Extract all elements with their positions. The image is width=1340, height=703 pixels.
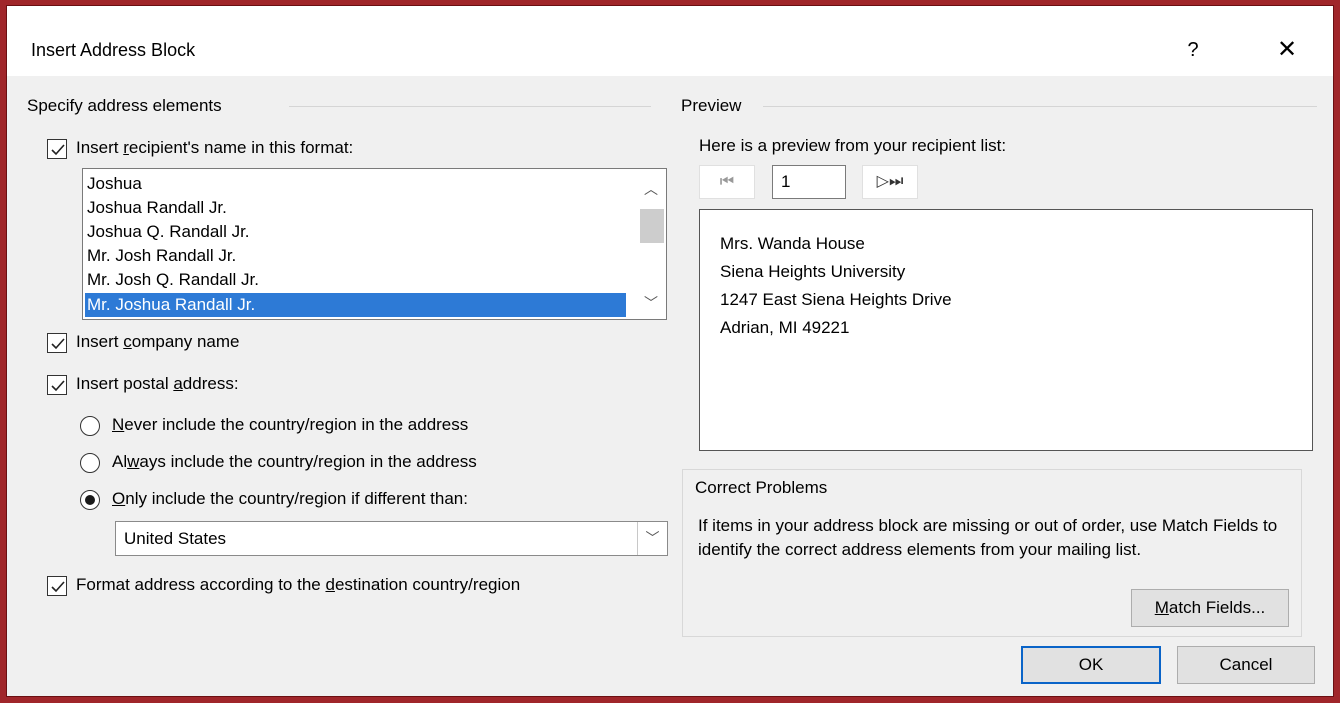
close-button[interactable]: ✕: [1267, 32, 1307, 68]
window-frame: Insert Address Block ? ✕ Specify address…: [0, 0, 1340, 703]
chevron-up-icon[interactable]: ︿: [636, 179, 666, 199]
radio-always-include[interactable]: [80, 453, 100, 473]
list-item[interactable]: Mr. Josh Q. Randall Jr.: [87, 268, 259, 292]
country-value: United States: [124, 529, 227, 548]
preview-line: Mrs. Wanda House: [720, 234, 865, 253]
match-fields-button[interactable]: Match Fields...: [1131, 589, 1289, 627]
preview-subtitle: Here is a preview from your recipient li…: [699, 136, 1007, 155]
format-destination-label[interactable]: Format address according to the destinat…: [76, 575, 520, 595]
listbox-scrollbar[interactable]: ︿ ﹀: [636, 169, 666, 319]
checkmark-icon: [51, 338, 65, 350]
radio-always-label[interactable]: Always include the country/region in the…: [112, 452, 477, 472]
checkmark-icon: [51, 144, 65, 156]
radio-never-include[interactable]: [80, 416, 100, 436]
group-divider: [289, 106, 651, 107]
company-name-label[interactable]: Insert company name: [76, 332, 239, 352]
format-destination-checkbox[interactable]: [47, 576, 67, 596]
preview-group-title: Preview: [681, 96, 742, 115]
list-item[interactable]: Mr. Josh Randall Jr.: [87, 244, 236, 268]
preview-line: Siena Heights University: [720, 262, 906, 281]
record-number-input[interactable]: 1: [772, 165, 846, 199]
country-dropdown[interactable]: United States ﹀: [115, 521, 668, 556]
recipient-name-checkbox[interactable]: [47, 139, 67, 159]
first-record-icon[interactable]: ⏮: [699, 165, 755, 199]
preview-line: Adrian, MI 49221: [720, 318, 850, 337]
checkmark-icon: [51, 581, 65, 593]
checkmark-icon: [51, 380, 65, 392]
dialog-title: Insert Address Block: [31, 40, 196, 60]
cancel-button[interactable]: Cancel: [1177, 646, 1315, 684]
chevron-down-icon[interactable]: ﹀: [636, 293, 666, 313]
correct-problems-text: If items in your address block are missi…: [698, 516, 1278, 559]
chevron-down-icon[interactable]: ﹀: [637, 522, 667, 555]
insert-address-block-dialog: Insert Address Block ? ✕ Specify address…: [6, 5, 1334, 697]
list-item[interactable]: Joshua: [87, 172, 142, 196]
correct-problems-title: Correct Problems: [695, 478, 832, 498]
postal-address-label[interactable]: Insert postal address:: [76, 374, 239, 394]
preview-line: 1247 East Siena Heights Drive: [720, 290, 952, 309]
company-name-checkbox[interactable]: [47, 333, 67, 353]
correct-problems-group: Correct Problems If items in your addres…: [682, 469, 1302, 637]
title-bar: Insert Address Block ? ✕: [7, 6, 1333, 76]
list-item-selected[interactable]: Mr. Joshua Randall Jr.: [85, 293, 626, 317]
address-preview-box: Mrs. Wanda House Siena Heights Universit…: [699, 209, 1313, 451]
help-button[interactable]: ?: [1173, 32, 1213, 68]
specify-elements-group-title: Specify address elements: [27, 96, 222, 115]
radio-only-label[interactable]: Only include the country/region if diffe…: [112, 489, 468, 509]
radio-only-if-different[interactable]: [80, 490, 100, 510]
list-item[interactable]: Joshua Randall Jr.: [87, 196, 227, 220]
postal-address-checkbox[interactable]: [47, 375, 67, 395]
radio-dot: [85, 495, 95, 505]
recipient-name-label[interactable]: Insert recipient's name in this format:: [76, 138, 353, 158]
list-item[interactable]: Joshua Q. Randall Jr.: [87, 220, 250, 244]
next-last-record-icon[interactable]: ▷⏭: [862, 165, 918, 199]
radio-never-label[interactable]: Never include the country/region in the …: [112, 415, 468, 435]
ok-button[interactable]: OK: [1021, 646, 1161, 684]
scrollbar-thumb[interactable]: [640, 209, 664, 243]
name-format-listbox[interactable]: Joshua Joshua Randall Jr. Joshua Q. Rand…: [82, 168, 667, 320]
group-divider: [763, 106, 1317, 107]
